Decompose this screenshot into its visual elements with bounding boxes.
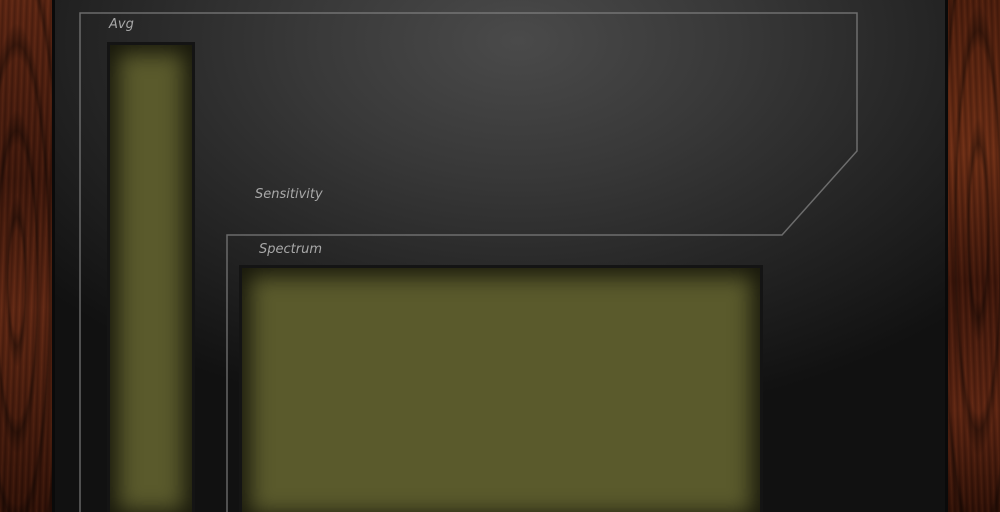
wood-side-panel-left: [0, 0, 56, 512]
avg-label: Avg: [109, 17, 134, 32]
analyzer-window: Avg Sensitivity Spectrum: [0, 0, 1000, 512]
spectrum-label: Spectrum: [259, 242, 322, 257]
avg-meter-display: [107, 42, 195, 512]
spectrum-display: [239, 265, 763, 512]
wood-side-panel-right: [946, 0, 1000, 512]
sensitivity-label: Sensitivity: [255, 187, 323, 202]
